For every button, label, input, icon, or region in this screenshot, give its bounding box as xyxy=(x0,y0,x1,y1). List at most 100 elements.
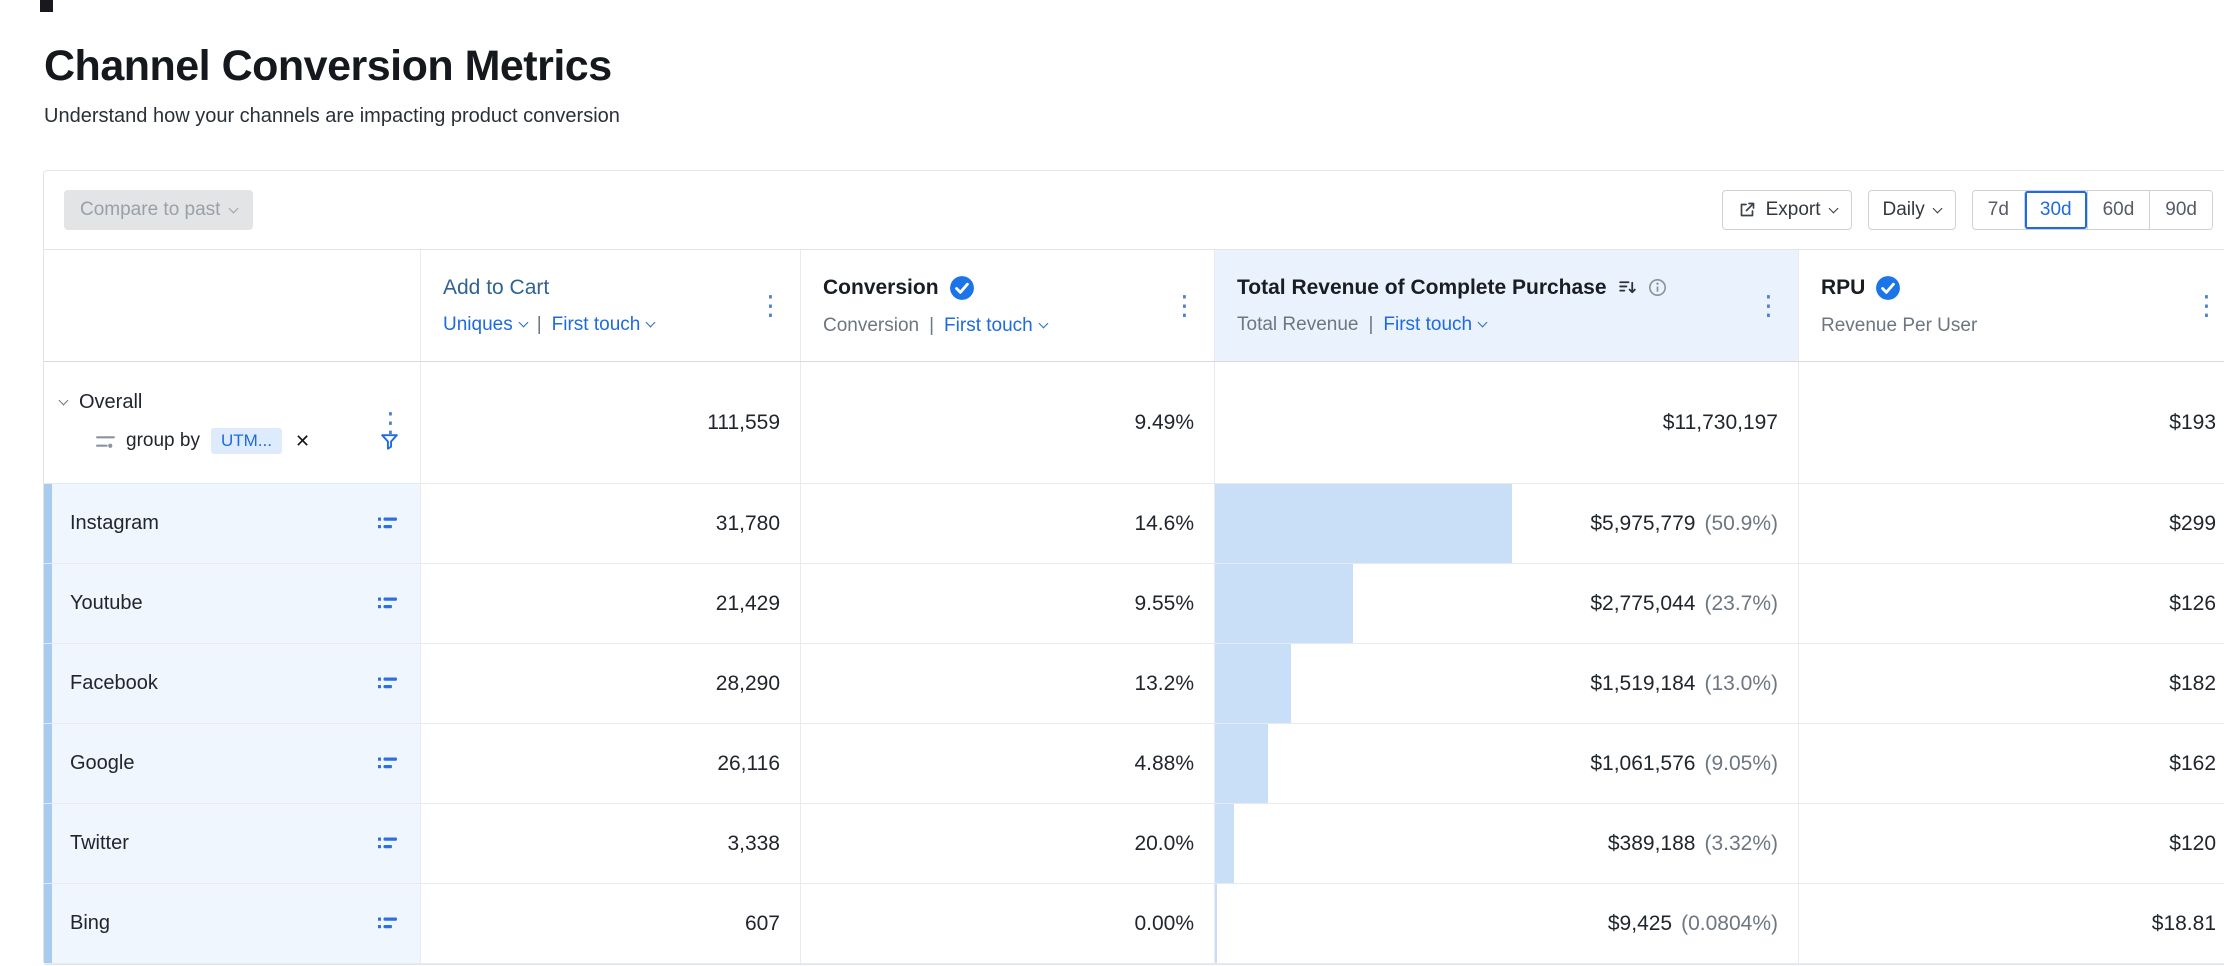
group-by-icon xyxy=(96,434,115,449)
kebab-menu-icon[interactable] xyxy=(1171,292,1198,319)
revenue-cell: $389,188 (3.32%) xyxy=(1215,804,1799,883)
channel-name: Google xyxy=(70,752,135,775)
revenue-text: $1,519,184 (13.0%) xyxy=(1590,672,1778,696)
channel-label-cell[interactable]: Facebook xyxy=(44,644,421,723)
info-icon[interactable] xyxy=(1648,278,1667,297)
range-60d-button[interactable]: 60d xyxy=(2087,191,2150,229)
add-to-cart-value: 28,290 xyxy=(421,644,801,723)
channel-name: Facebook xyxy=(70,672,158,695)
clear-group-by-icon[interactable] xyxy=(295,431,310,452)
row-accent-stripe xyxy=(44,644,52,723)
subline-divider: | xyxy=(537,314,542,336)
compare-to-past-button[interactable]: Compare to past xyxy=(64,190,253,230)
revenue-text: $1,061,576 (9.05%) xyxy=(1590,752,1778,776)
kebab-menu-icon[interactable] xyxy=(757,292,784,319)
attribution-select[interactable]: First touch xyxy=(1383,314,1486,336)
range-30d-button[interactable]: 30d xyxy=(2024,191,2087,229)
chevron-down-icon xyxy=(1828,203,1838,213)
table-row: Facebook 28,290 13.2% $1,519,184 (13.0%)… xyxy=(44,644,2224,724)
add-to-cart-value: 607 xyxy=(421,884,801,963)
channel-label-cell[interactable]: Google xyxy=(44,724,421,803)
overall-row: Overall group by UTM... 111,559 9.49% $1… xyxy=(44,362,2224,484)
rpu-value: $162 xyxy=(1799,724,2224,803)
channel-name: Twitter xyxy=(70,832,129,855)
metric-title[interactable]: Add to Cart xyxy=(443,276,750,300)
screenshot-edge-artifact xyxy=(40,0,53,12)
conversion-value: 13.2% xyxy=(801,644,1215,723)
revenue-bar xyxy=(1215,484,1512,563)
breakdown-icon[interactable] xyxy=(378,915,398,932)
verified-badge-icon xyxy=(1875,275,1901,301)
channel-label-cell[interactable]: Bing xyxy=(44,884,421,963)
revenue-percent: (50.9%) xyxy=(1704,512,1778,536)
metric-title-row: Total Revenue of Complete Purchase xyxy=(1237,276,1748,300)
rpu-value: $299 xyxy=(1799,484,2224,563)
channel-label-cell[interactable]: Twitter xyxy=(44,804,421,883)
revenue-percent: (0.0804%) xyxy=(1681,912,1778,936)
expand-chevron-icon[interactable] xyxy=(59,396,69,406)
channel-rows: Instagram 31,780 14.6% $5,975,779 (50.9%… xyxy=(44,484,2224,964)
measure-label: Conversion xyxy=(823,315,919,337)
toolbar: Compare to past Export Daily 7d 30d 6 xyxy=(44,171,2224,250)
channel-name: Instagram xyxy=(70,512,159,535)
metric-title-row: RPU xyxy=(1821,275,2186,301)
revenue-cell: $2,775,044 (23.7%) xyxy=(1215,564,1799,643)
group-by-value-chip[interactable]: UTM... xyxy=(211,428,282,454)
revenue-text: $9,425 (0.0804%) xyxy=(1608,912,1778,936)
overall-line: Overall xyxy=(60,391,420,414)
row-accent-stripe xyxy=(44,484,52,563)
column-header-add-to-cart[interactable]: Add to Cart Uniques | First touch xyxy=(421,250,801,361)
measure-label: Total Revenue xyxy=(1237,314,1358,336)
kebab-menu-icon[interactable] xyxy=(1755,292,1782,319)
range-7d-button[interactable]: 7d xyxy=(1973,191,2024,229)
kebab-menu-icon[interactable] xyxy=(2193,292,2220,319)
interval-select[interactable]: Daily xyxy=(1868,190,1956,230)
channel-label-cell[interactable]: Youtube xyxy=(44,564,421,643)
metric-title-row: Conversion xyxy=(823,275,1164,301)
revenue-bar xyxy=(1215,884,1217,963)
interval-label: Daily xyxy=(1883,199,1925,221)
metric-subline: Uniques | First touch xyxy=(443,314,750,336)
revenue-cell: $1,519,184 (13.0%) xyxy=(1215,644,1799,723)
revenue-cell: $5,975,779 (50.9%) xyxy=(1215,484,1799,563)
kebab-menu-icon[interactable] xyxy=(377,409,404,436)
revenue-bar xyxy=(1215,804,1234,883)
revenue-bar xyxy=(1215,564,1353,643)
chevron-down-icon xyxy=(229,203,239,213)
rpu-value: $18.81 xyxy=(1799,884,2224,963)
page-header: Channel Conversion Metrics Understand ho… xyxy=(0,0,2224,128)
sort-icon[interactable] xyxy=(1617,277,1638,298)
row-accent-stripe xyxy=(44,884,52,963)
column-header-rpu[interactable]: RPU Revenue Per User xyxy=(1799,250,2224,361)
breakdown-icon[interactable] xyxy=(378,835,398,852)
measure-select[interactable]: Uniques xyxy=(443,314,527,336)
attribution-select[interactable]: First touch xyxy=(552,314,655,336)
table-row: Twitter 3,338 20.0% $389,188 (3.32%) $12… xyxy=(44,804,2224,884)
revenue-bar xyxy=(1215,724,1268,803)
overall-revenue-value: $11,730,197 xyxy=(1215,362,1799,483)
rpu-value: $182 xyxy=(1799,644,2224,723)
row-accent-stripe xyxy=(44,804,52,883)
column-header-total-revenue[interactable]: Total Revenue of Complete Purchase Total… xyxy=(1215,250,1799,361)
conversion-value: 20.0% xyxy=(801,804,1215,883)
column-header-conversion[interactable]: Conversion Conversion | First touch xyxy=(801,250,1215,361)
row-label-column-header xyxy=(44,250,421,361)
revenue-percent: (13.0%) xyxy=(1704,672,1778,696)
attribution-select[interactable]: First touch xyxy=(944,315,1047,337)
revenue-percent: (3.32%) xyxy=(1704,832,1778,856)
measure-label: Revenue Per User xyxy=(1821,315,1977,337)
breakdown-icon[interactable] xyxy=(378,755,398,772)
add-to-cart-value: 26,116 xyxy=(421,724,801,803)
breakdown-icon[interactable] xyxy=(378,515,398,532)
breakdown-icon[interactable] xyxy=(378,595,398,612)
breakdown-icon[interactable] xyxy=(378,675,398,692)
channel-label-cell[interactable]: Instagram xyxy=(44,484,421,563)
range-90d-button[interactable]: 90d xyxy=(2149,191,2212,229)
subline-divider: | xyxy=(1368,314,1373,336)
export-button[interactable]: Export xyxy=(1722,190,1852,230)
chevron-down-icon xyxy=(1478,318,1488,328)
table-row: Instagram 31,780 14.6% $5,975,779 (50.9%… xyxy=(44,484,2224,564)
rpu-value: $126 xyxy=(1799,564,2224,643)
table-row: Bing 607 0.00% $9,425 (0.0804%) $18.81 xyxy=(44,884,2224,964)
revenue-cell: $9,425 (0.0804%) xyxy=(1215,884,1799,963)
